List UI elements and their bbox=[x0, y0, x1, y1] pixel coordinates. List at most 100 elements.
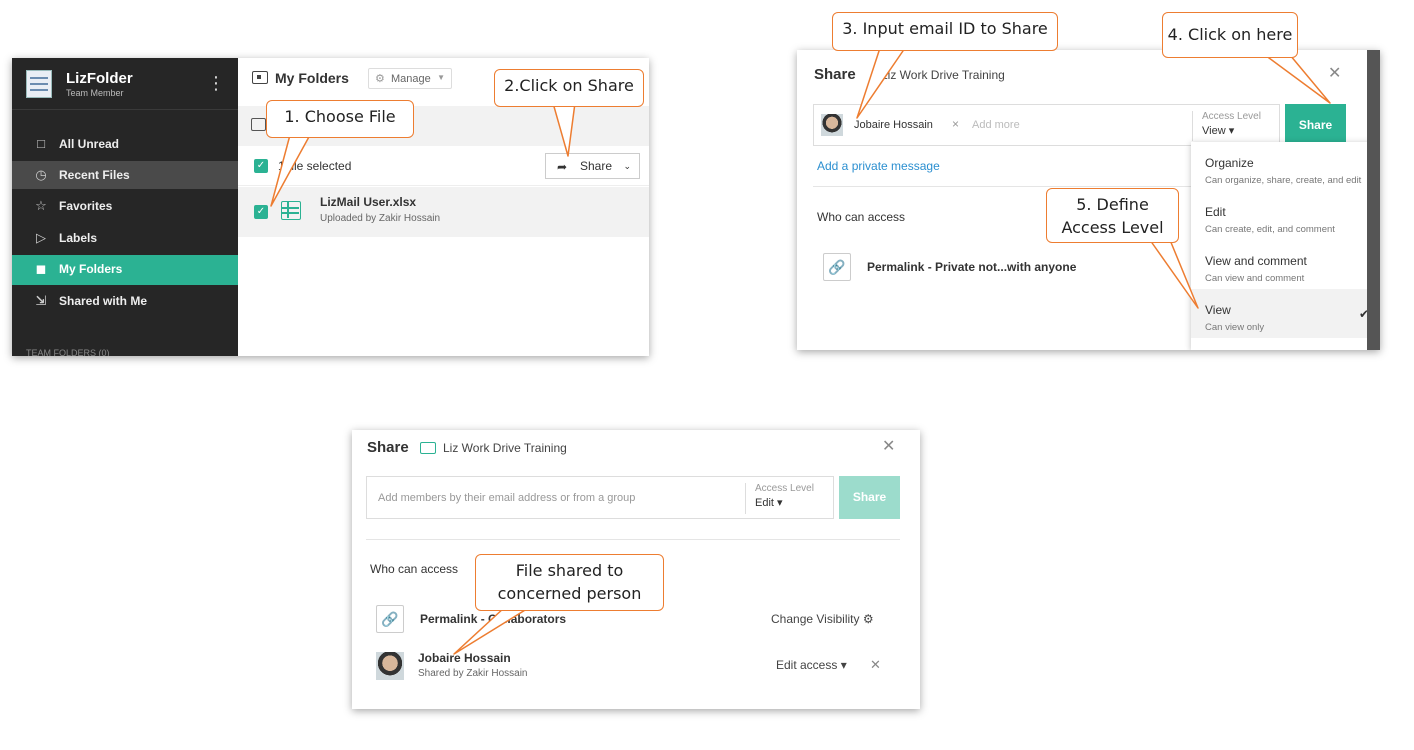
menu-item-title: View bbox=[1205, 303, 1231, 317]
who-can-access-heading: Who can access bbox=[370, 562, 459, 576]
remove-access-icon[interactable]: ✕ bbox=[870, 657, 881, 673]
folder-name: Liz Work Drive Training bbox=[881, 68, 1005, 82]
shared-person-name: Jobaire Hossain bbox=[418, 651, 511, 665]
all-unread-icon: □ bbox=[37, 136, 45, 151]
share-button[interactable]: Share bbox=[1285, 104, 1346, 146]
shared-folder-icon: ⇲ bbox=[35, 293, 47, 308]
menu-item-title: View and comment bbox=[1205, 254, 1307, 268]
permalink-label: Permalink - Private not...with anyone bbox=[867, 260, 1077, 274]
callout-line: concerned person bbox=[497, 584, 642, 603]
file-name[interactable]: LizMail User.xlsx bbox=[320, 195, 416, 209]
email-placeholder: Add members by their email address or fr… bbox=[378, 492, 636, 504]
callout-define-access: 5. Define Access Level bbox=[1046, 188, 1179, 243]
file-uploader: Uploaded by Zakir Hossain bbox=[320, 213, 441, 224]
menu-item-organize[interactable]: Organize Can organize, share, create, an… bbox=[1191, 142, 1380, 191]
menu-item-desc: Can create, edit, and comment bbox=[1205, 224, 1335, 235]
share-icon: ➦ bbox=[557, 160, 568, 174]
sidebar-header: LizFolder Team Member ⋮ bbox=[12, 58, 238, 110]
sidebar: LizFolder Team Member ⋮ □ All Unread ◷ R… bbox=[12, 58, 238, 356]
access-level-label: Access Level bbox=[755, 483, 814, 494]
share-button[interactable]: ➦ Share ⌄ bbox=[545, 153, 640, 179]
menu-item-view-and-comment[interactable]: View and comment Can view and comment bbox=[1191, 240, 1380, 289]
access-level-value: View bbox=[1202, 125, 1226, 137]
menu-item-desc: Can view only bbox=[1205, 322, 1265, 333]
select-all-checkbox[interactable]: ✓ bbox=[254, 159, 268, 173]
callout-line: Access Level bbox=[1061, 218, 1164, 237]
gear-icon: ⚙ bbox=[862, 612, 874, 626]
team-folders-header: TEAM FOLDERS (0) bbox=[26, 348, 110, 356]
callout-choose-file: 1. Choose File bbox=[266, 100, 414, 138]
selection-count: 1 file selected bbox=[278, 159, 352, 173]
sidebar-item-label: Shared with Me bbox=[59, 294, 148, 308]
access-level-menu: Organize Can organize, share, create, an… bbox=[1191, 142, 1380, 350]
dialog-title: Share bbox=[367, 439, 409, 456]
who-can-access-heading: Who can access bbox=[817, 210, 906, 224]
gear-icon: ⚙ bbox=[375, 73, 385, 85]
star-icon: ☆ bbox=[35, 198, 47, 213]
callout-input-email: 3. Input email ID to Share bbox=[832, 12, 1058, 51]
sidebar-item-my-folders[interactable]: ◼ My Folders bbox=[12, 255, 238, 285]
link-icon: 🔗 bbox=[376, 605, 404, 633]
remove-recipient-icon[interactable]: × bbox=[952, 117, 959, 131]
share-button[interactable]: Share bbox=[839, 476, 900, 519]
add-more-placeholder: Add more bbox=[972, 119, 1020, 131]
avatar bbox=[376, 652, 404, 680]
email-input[interactable]: Add members by their email address or fr… bbox=[366, 476, 834, 519]
dialog-title: Share bbox=[814, 66, 856, 83]
folder-icon bbox=[252, 71, 268, 84]
menu-item-view[interactable]: View Can view only ✔ bbox=[1191, 289, 1380, 338]
callout-click-share: 2.Click on Share bbox=[494, 69, 644, 107]
sidebar-item-all-unread[interactable]: □ All Unread bbox=[12, 130, 238, 158]
app-logo bbox=[26, 70, 52, 98]
file-row[interactable]: ✓ LizMail User.xlsx Uploaded by Zakir Ho… bbox=[238, 187, 649, 237]
menu-item-desc: Can organize, share, create, and edit bbox=[1205, 175, 1362, 186]
sidebar-item-label: All Unread bbox=[59, 137, 120, 151]
menu-item-desc: Can view and comment bbox=[1205, 273, 1305, 284]
callout-line: File shared to bbox=[515, 561, 624, 580]
folder-icon bbox=[251, 118, 266, 131]
recipient-input[interactable]: Jobaire Hossain × Add more Access Level … bbox=[813, 104, 1280, 146]
sidebar-item-label: My Folders bbox=[59, 262, 123, 276]
page-title: My Folders bbox=[275, 70, 349, 86]
recipient-name: Jobaire Hossain bbox=[854, 119, 933, 131]
sidebar-item-favorites[interactable]: ☆ Favorites bbox=[12, 192, 238, 220]
access-level-value: Edit bbox=[755, 497, 774, 509]
access-level-label: Access Level bbox=[1202, 111, 1261, 122]
folder-icon: ◼ bbox=[35, 261, 47, 276]
clock-icon: ◷ bbox=[35, 167, 47, 182]
more-options-icon[interactable]: ⋮ bbox=[207, 74, 225, 92]
selection-bar: ✓ 1 file selected ➦ Share ⌄ bbox=[238, 146, 649, 186]
change-visibility-label: Change Visibility bbox=[771, 612, 860, 626]
close-icon[interactable]: ✕ bbox=[882, 436, 895, 456]
manage-label: Manage bbox=[391, 73, 431, 85]
access-level-select[interactable]: Access Level Edit ▾ bbox=[745, 483, 814, 514]
sidebar-item-label: Labels bbox=[59, 231, 98, 245]
menu-item-title: Organize bbox=[1205, 156, 1254, 170]
divider bbox=[813, 186, 1193, 187]
chevron-down-icon: ⌄ bbox=[623, 161, 631, 171]
scrollbar[interactable] bbox=[1367, 50, 1380, 350]
link-icon: 🔗 bbox=[823, 253, 851, 281]
sidebar-item-label: Recent Files bbox=[59, 168, 130, 182]
callout-line: 5. Define bbox=[1076, 195, 1149, 214]
change-visibility-button[interactable]: Change Visibility ⚙ bbox=[771, 612, 874, 626]
user-role: Team Member bbox=[66, 88, 124, 98]
menu-item-edit[interactable]: Edit Can create, edit, and comment bbox=[1191, 191, 1380, 240]
menu-item-title: Edit bbox=[1205, 205, 1226, 219]
private-message-link[interactable]: Add a private message bbox=[817, 159, 940, 173]
access-level-select[interactable]: Access Level View ▾ bbox=[1192, 111, 1261, 141]
caret-down-icon: ▼ bbox=[437, 73, 445, 82]
folder-name: Liz Work Drive Training bbox=[443, 441, 567, 455]
callout-file-shared: File shared to concerned person bbox=[475, 554, 664, 611]
sidebar-item-shared-with-me[interactable]: ⇲ Shared with Me bbox=[12, 287, 238, 315]
divider bbox=[366, 539, 900, 540]
label-icon: ▷ bbox=[36, 230, 46, 245]
file-checkbox[interactable]: ✓ bbox=[254, 205, 268, 219]
sidebar-item-labels[interactable]: ▷ Labels bbox=[12, 224, 238, 252]
app-name: LizFolder bbox=[66, 70, 133, 87]
shared-by-text: Shared by Zakir Hossain bbox=[418, 668, 528, 679]
manage-dropdown[interactable]: ⚙ Manage ▼ bbox=[368, 68, 452, 89]
sidebar-item-recent-files[interactable]: ◷ Recent Files bbox=[12, 161, 238, 189]
close-icon[interactable]: ✕ bbox=[1328, 63, 1341, 83]
edit-access-dropdown[interactable]: Edit access ▾ bbox=[776, 658, 847, 672]
